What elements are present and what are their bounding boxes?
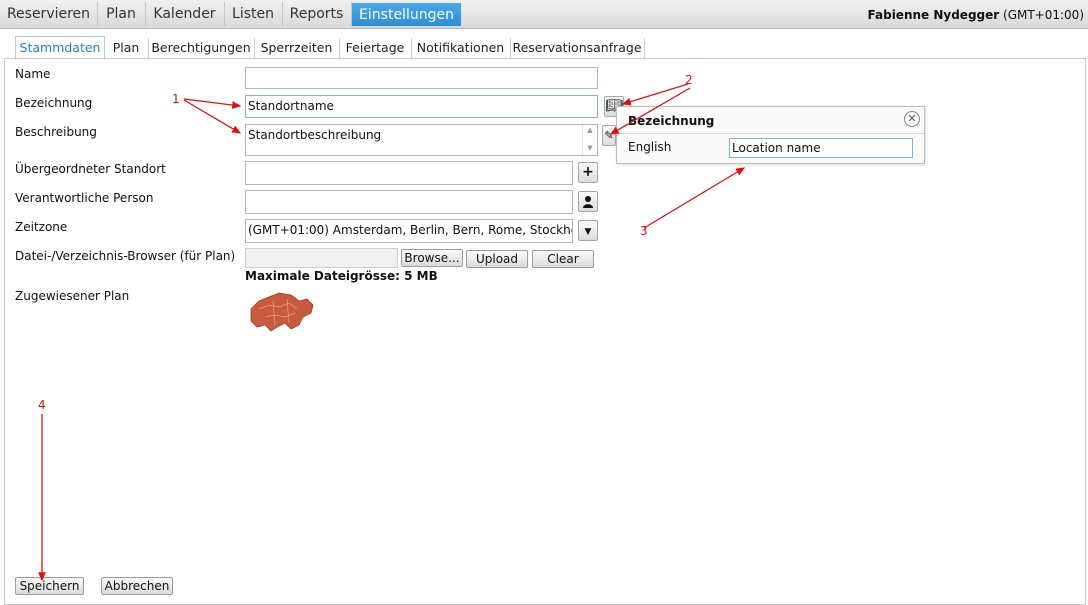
popup-language-label: English [628, 140, 672, 154]
upload-button[interactable]: Upload [466, 250, 528, 268]
translation-popup: Bezeichnung ✕ English Location name [616, 106, 925, 164]
english-translation-input[interactable]: Location name [729, 138, 913, 158]
timezone-label: Zeitzone [15, 220, 68, 234]
tab-berechtigungen[interactable]: Berechtigungen [148, 38, 255, 58]
main-nav-bar: Reservieren Plan Kalender Listen Reports… [0, 0, 1088, 29]
main-tab-reports[interactable]: Reports [282, 2, 352, 26]
user-name: Fabienne Nydegger [867, 8, 1000, 22]
edit-icon: ✎ [604, 129, 614, 142]
main-tab-kalender[interactable]: Kalender [145, 2, 225, 26]
tab-plan[interactable]: Plan [104, 38, 149, 58]
name-input[interactable] [245, 67, 598, 89]
clear-button[interactable]: Clear [532, 250, 594, 268]
main-tab-reservieren[interactable]: Reservieren [0, 2, 98, 26]
sub-nav-bar: Stammdaten Plan Berechtigungen Sperrzeit… [0, 36, 1088, 60]
responsible-person-input[interactable] [245, 190, 573, 214]
plus-icon: + [582, 164, 594, 180]
tab-sperrzeiten[interactable]: Sperrzeiten [254, 38, 340, 58]
close-icon[interactable]: ✕ [904, 111, 920, 127]
responsible-person-label: Verantwortliche Person [15, 191, 154, 205]
name-label: Name [15, 67, 51, 81]
translate-beschreibung-button[interactable]: ✎ [602, 125, 616, 146]
annotation-1: 1 [172, 92, 180, 106]
timezone-dropdown-button[interactable]: ▼ [578, 220, 598, 241]
file-browser-label: Datei-/Verzeichnis-Browser (für Plan) [15, 249, 236, 263]
max-file-size-text: Maximale Dateigrösse: 5 MB [245, 269, 438, 283]
file-path-field[interactable] [245, 248, 398, 268]
browse-button[interactable]: Browse... [401, 249, 463, 267]
timezone-select[interactable]: (GMT+01:00) Amsterdam, Berlin, Bern, Rom… [245, 219, 573, 243]
select-person-button[interactable] [578, 191, 598, 212]
bezeichnung-input[interactable]: Standortname [245, 95, 598, 118]
scroll-up-icon[interactable]: ▲ [583, 125, 597, 135]
tab-notifikationen[interactable]: Notifikationen [411, 38, 511, 58]
chevron-down-icon: ▼ [584, 227, 592, 237]
add-parent-button[interactable]: + [578, 162, 598, 183]
popup-title: Bezeichnung [628, 114, 715, 128]
user-timezone: (GMT+01:00) [1003, 8, 1084, 22]
tab-feiertage[interactable]: Feiertage [339, 38, 412, 58]
beschreibung-label: Beschreibung [15, 125, 97, 139]
plan-thumbnail[interactable] [245, 287, 317, 337]
bezeichnung-label: Bezeichnung [15, 96, 93, 110]
switzerland-map-image [250, 292, 314, 332]
main-tab-einstellungen[interactable]: Einstellungen [352, 3, 461, 26]
annotation-2: 2 [685, 73, 693, 87]
popup-header: Bezeichnung ✕ [617, 107, 924, 134]
tab-reservationsanfrage[interactable]: Reservationsanfrage [510, 38, 645, 58]
person-icon [583, 196, 593, 208]
tab-stammdaten[interactable]: Stammdaten [15, 36, 105, 60]
user-info: Fabienne Nydegger (GMT+01:00) [868, 8, 1084, 22]
scroll-down-icon[interactable]: ▼ [583, 143, 597, 153]
beschreibung-textarea[interactable]: Standortbeschreibung [245, 124, 598, 156]
save-button[interactable]: Speichern [15, 577, 84, 595]
parent-location-label: Übergeordneter Standort [15, 162, 166, 176]
annotation-4: 4 [38, 398, 46, 412]
main-tab-plan[interactable]: Plan [97, 2, 146, 26]
cancel-button[interactable]: Abbrechen [101, 577, 173, 595]
main-tab-listen[interactable]: Listen [224, 2, 283, 26]
assigned-plan-label: Zugewiesener Plan [15, 289, 130, 303]
annotation-3: 3 [640, 224, 648, 238]
parent-location-input[interactable] [245, 161, 573, 185]
textarea-scrollbar[interactable]: ▲ ▼ [582, 125, 597, 155]
